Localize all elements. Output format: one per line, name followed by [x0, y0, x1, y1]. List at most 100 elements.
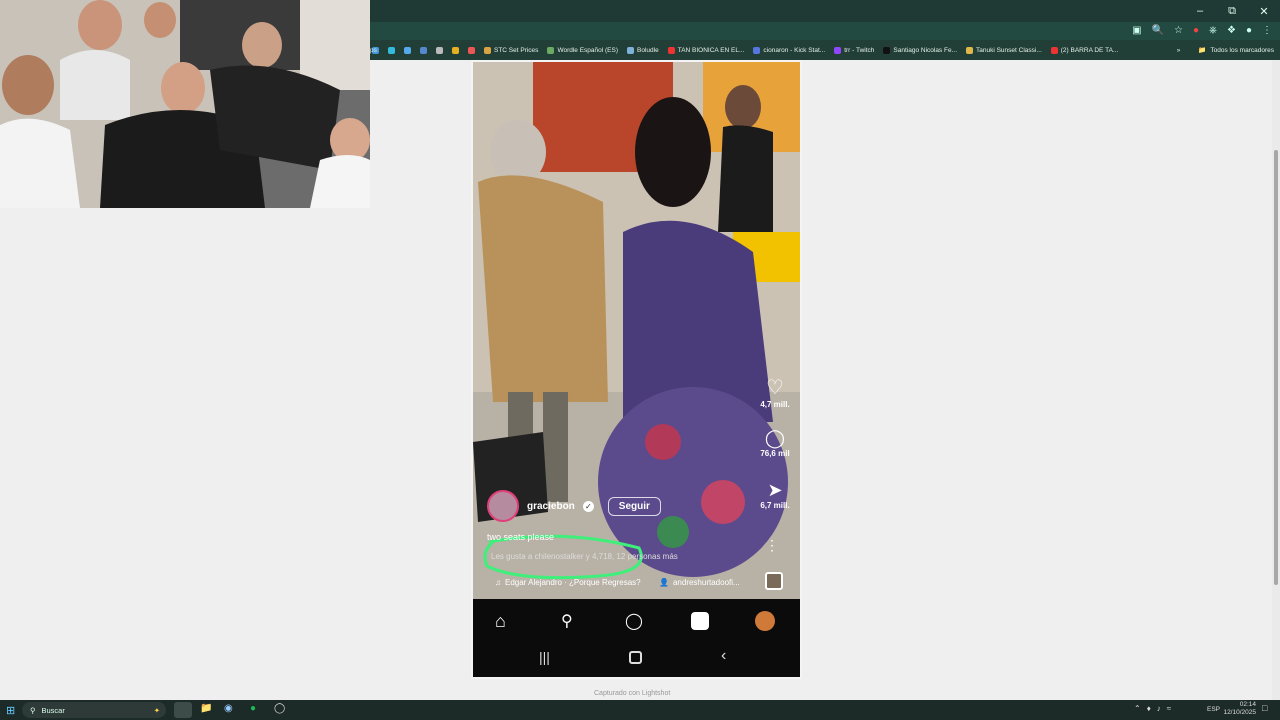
windows-taskbar [0, 700, 1280, 720]
bookmark-favicon-icon [667, 46, 675, 54]
bookmark-label: Boludle [637, 46, 659, 54]
audio-thumbnail[interactable] [765, 572, 783, 590]
author-username[interactable]: graciebon [527, 501, 575, 512]
search-icon: ⚲ [30, 705, 36, 715]
music-row[interactable]: ♫ Edgar Alejandro · ¿Porque Regresas? [495, 578, 641, 587]
wifi-icon[interactable]: ≈ [1167, 704, 1171, 713]
bookmark-mini-icon[interactable] [404, 46, 411, 54]
bookmark-label: Wordle Español (ES) [557, 46, 619, 54]
lightshot-caption: Capturado con Lightshot [594, 690, 671, 697]
extension-icon[interactable]: ⎈ [1209, 22, 1217, 40]
bookmark-star-icon[interactable]: ☆ [1174, 22, 1183, 40]
system-tray: ⌃ ♦ ♪ ≈ [1134, 704, 1171, 713]
music-note-icon: ♫ [495, 578, 501, 587]
cast-icon[interactable]: ▣ [1132, 22, 1141, 40]
extension-red-icon[interactable]: ● [1193, 22, 1199, 40]
verified-icon: ✓ [582, 500, 594, 512]
app-icon[interactable]: ◯ [274, 703, 285, 714]
window-controls: – ⧉ ✕ [1184, 0, 1280, 22]
steam-icon[interactable]: ◉ [224, 703, 233, 714]
windows-start-icon[interactable]: ⊞ [6, 704, 15, 717]
chevron-double-icon[interactable]: » [1177, 47, 1181, 54]
clock[interactable]: 02:14 12/10/2025 [1222, 701, 1256, 717]
minimize-button[interactable]: – [1184, 0, 1216, 22]
bookmark-item[interactable]: (2) BARRA DE TA... [1050, 46, 1119, 54]
profile-avatar[interactable] [755, 611, 775, 631]
language-indicator[interactable]: ESP [1207, 706, 1220, 713]
bookmark-favicon-icon [547, 46, 555, 54]
spotify-icon[interactable]: ● [250, 703, 256, 714]
reel-video[interactable]: ♡ 4,7 mill. ◯ 76,6 mil ➤ 6,7 mill. ⋮ gra… [473, 62, 800, 599]
extensions-puzzle-icon[interactable]: ❖ [1227, 22, 1236, 40]
bookmark-favicon-icon [753, 46, 761, 54]
more-options-icon[interactable]: ⋮ [765, 537, 779, 554]
android-home-icon[interactable] [629, 651, 642, 664]
person-icon: 👤 [659, 578, 669, 587]
all-bookmarks-button[interactable]: » 📁 Todos los marcadores [1170, 40, 1274, 60]
like-button[interactable]: ♡ 4,7 mill. [755, 375, 795, 409]
network-icon[interactable]: ♦ [1147, 704, 1151, 713]
android-back-icon[interactable]: ‹ [721, 647, 726, 665]
chevron-up-icon[interactable]: ⌃ [1134, 704, 1141, 713]
android-recents-icon[interactable]: ||| [539, 649, 550, 665]
bookmark-item[interactable]: cionaron - Kick Stat... [753, 46, 826, 54]
bookmark-item[interactable]: Boludle [627, 46, 659, 54]
taskbar-search[interactable]: ⚲ Buscar ✦ [22, 702, 166, 718]
likes-count: 4,7 mill. [760, 400, 790, 409]
tagged-user[interactable]: 👤 andreshurtadoofi... [659, 578, 740, 587]
bookmark-label: (2) BARRA DE TA... [1060, 46, 1119, 54]
bookmark-favicon-icon [966, 46, 973, 54]
bookmark-prefix[interactable]: ps [370, 47, 377, 54]
bookmark-item[interactable]: Wordle Español (ES) [547, 46, 619, 54]
home-icon[interactable]: ⌂ [495, 611, 506, 632]
messenger-icon[interactable]: ◯ [625, 611, 643, 631]
bookmark-favicon-icon [1050, 46, 1058, 54]
bookmark-item[interactable]: trr - Twitch [834, 46, 875, 54]
bookmark-mini-icon[interactable] [420, 46, 427, 54]
music-title: Edgar Alejandro · ¿Porque Regresas? [505, 578, 641, 587]
bookmark-mini-icon[interactable] [436, 46, 443, 54]
bookmark-label: trr - Twitch [844, 46, 875, 54]
bookmark-item[interactable]: TAN BIONICA EN EL... [667, 46, 745, 54]
scrollbar-thumb[interactable] [1274, 150, 1278, 585]
search-icon[interactable]: ⚲ [561, 611, 573, 631]
bookmark-label: STC Set Prices [494, 46, 539, 54]
file-explorer-icon[interactable]: 📁 [200, 703, 212, 714]
bookmark-mini-icon[interactable] [452, 46, 459, 54]
author-avatar[interactable] [487, 490, 519, 522]
bookmark-label: cionaron - Kick Stat... [763, 46, 826, 54]
bookmark-label: Santiago Nicolas Fe... [893, 46, 957, 54]
zoom-icon[interactable]: 🔍 [1152, 22, 1164, 40]
bookmark-favicon-icon [484, 46, 491, 54]
bookmark-item[interactable]: Tanuki Sunset Classi... [966, 46, 1042, 54]
bookmark-mini-icon[interactable] [388, 46, 395, 54]
chrome-taskbar-icon[interactable] [174, 702, 192, 718]
restore-button[interactable]: ⧉ [1216, 0, 1248, 22]
profile-icon[interactable]: ● [1246, 22, 1252, 40]
bookmark-favicon-icon [404, 46, 411, 54]
toolbar-icons: ▣ 🔍 ☆ ● ⎈ ❖ ● ⋮ [1132, 22, 1272, 40]
menu-dots-icon[interactable]: ⋮ [1262, 22, 1272, 40]
send-icon[interactable]: ➤ [755, 480, 795, 501]
bookmark-item[interactable]: STC Set Prices [484, 46, 539, 54]
notification-icon[interactable]: □ [1262, 703, 1267, 713]
heart-icon[interactable]: ♡ [755, 375, 795, 400]
comment-icon[interactable]: ◯ [755, 428, 795, 449]
reels-icon[interactable] [691, 612, 709, 630]
bookmark-favicon-icon [834, 46, 842, 54]
bookmark-item[interactable]: Santiago Nicolas Fe... [883, 46, 957, 54]
reel-viewer: ♡ 4,7 mill. ◯ 76,6 mil ➤ 6,7 mill. ⋮ gra… [471, 60, 802, 679]
share-button[interactable]: ➤ 6,7 mill. [755, 480, 795, 510]
taskbar-search-label: Buscar [41, 705, 65, 715]
reel-caption[interactable]: two seats please [487, 532, 554, 542]
bookmark-favicon-icon [468, 46, 475, 54]
close-window-button[interactable]: ✕ [1248, 0, 1280, 22]
bookmark-mini-icon[interactable] [468, 46, 475, 54]
follow-button[interactable]: Seguir [607, 496, 661, 516]
liked-by-text[interactable]: Les gusta a chilenostalker y 4,718, 12 p… [491, 552, 678, 561]
tagged-username: andreshurtadoofi... [672, 578, 740, 587]
shares-count: 6,7 mill. [760, 501, 790, 510]
volume-icon[interactable]: ♪ [1157, 704, 1161, 713]
comment-button[interactable]: ◯ 76,6 mil [755, 428, 795, 458]
bookmark-label: TAN BIONICA EN EL... [677, 46, 745, 54]
